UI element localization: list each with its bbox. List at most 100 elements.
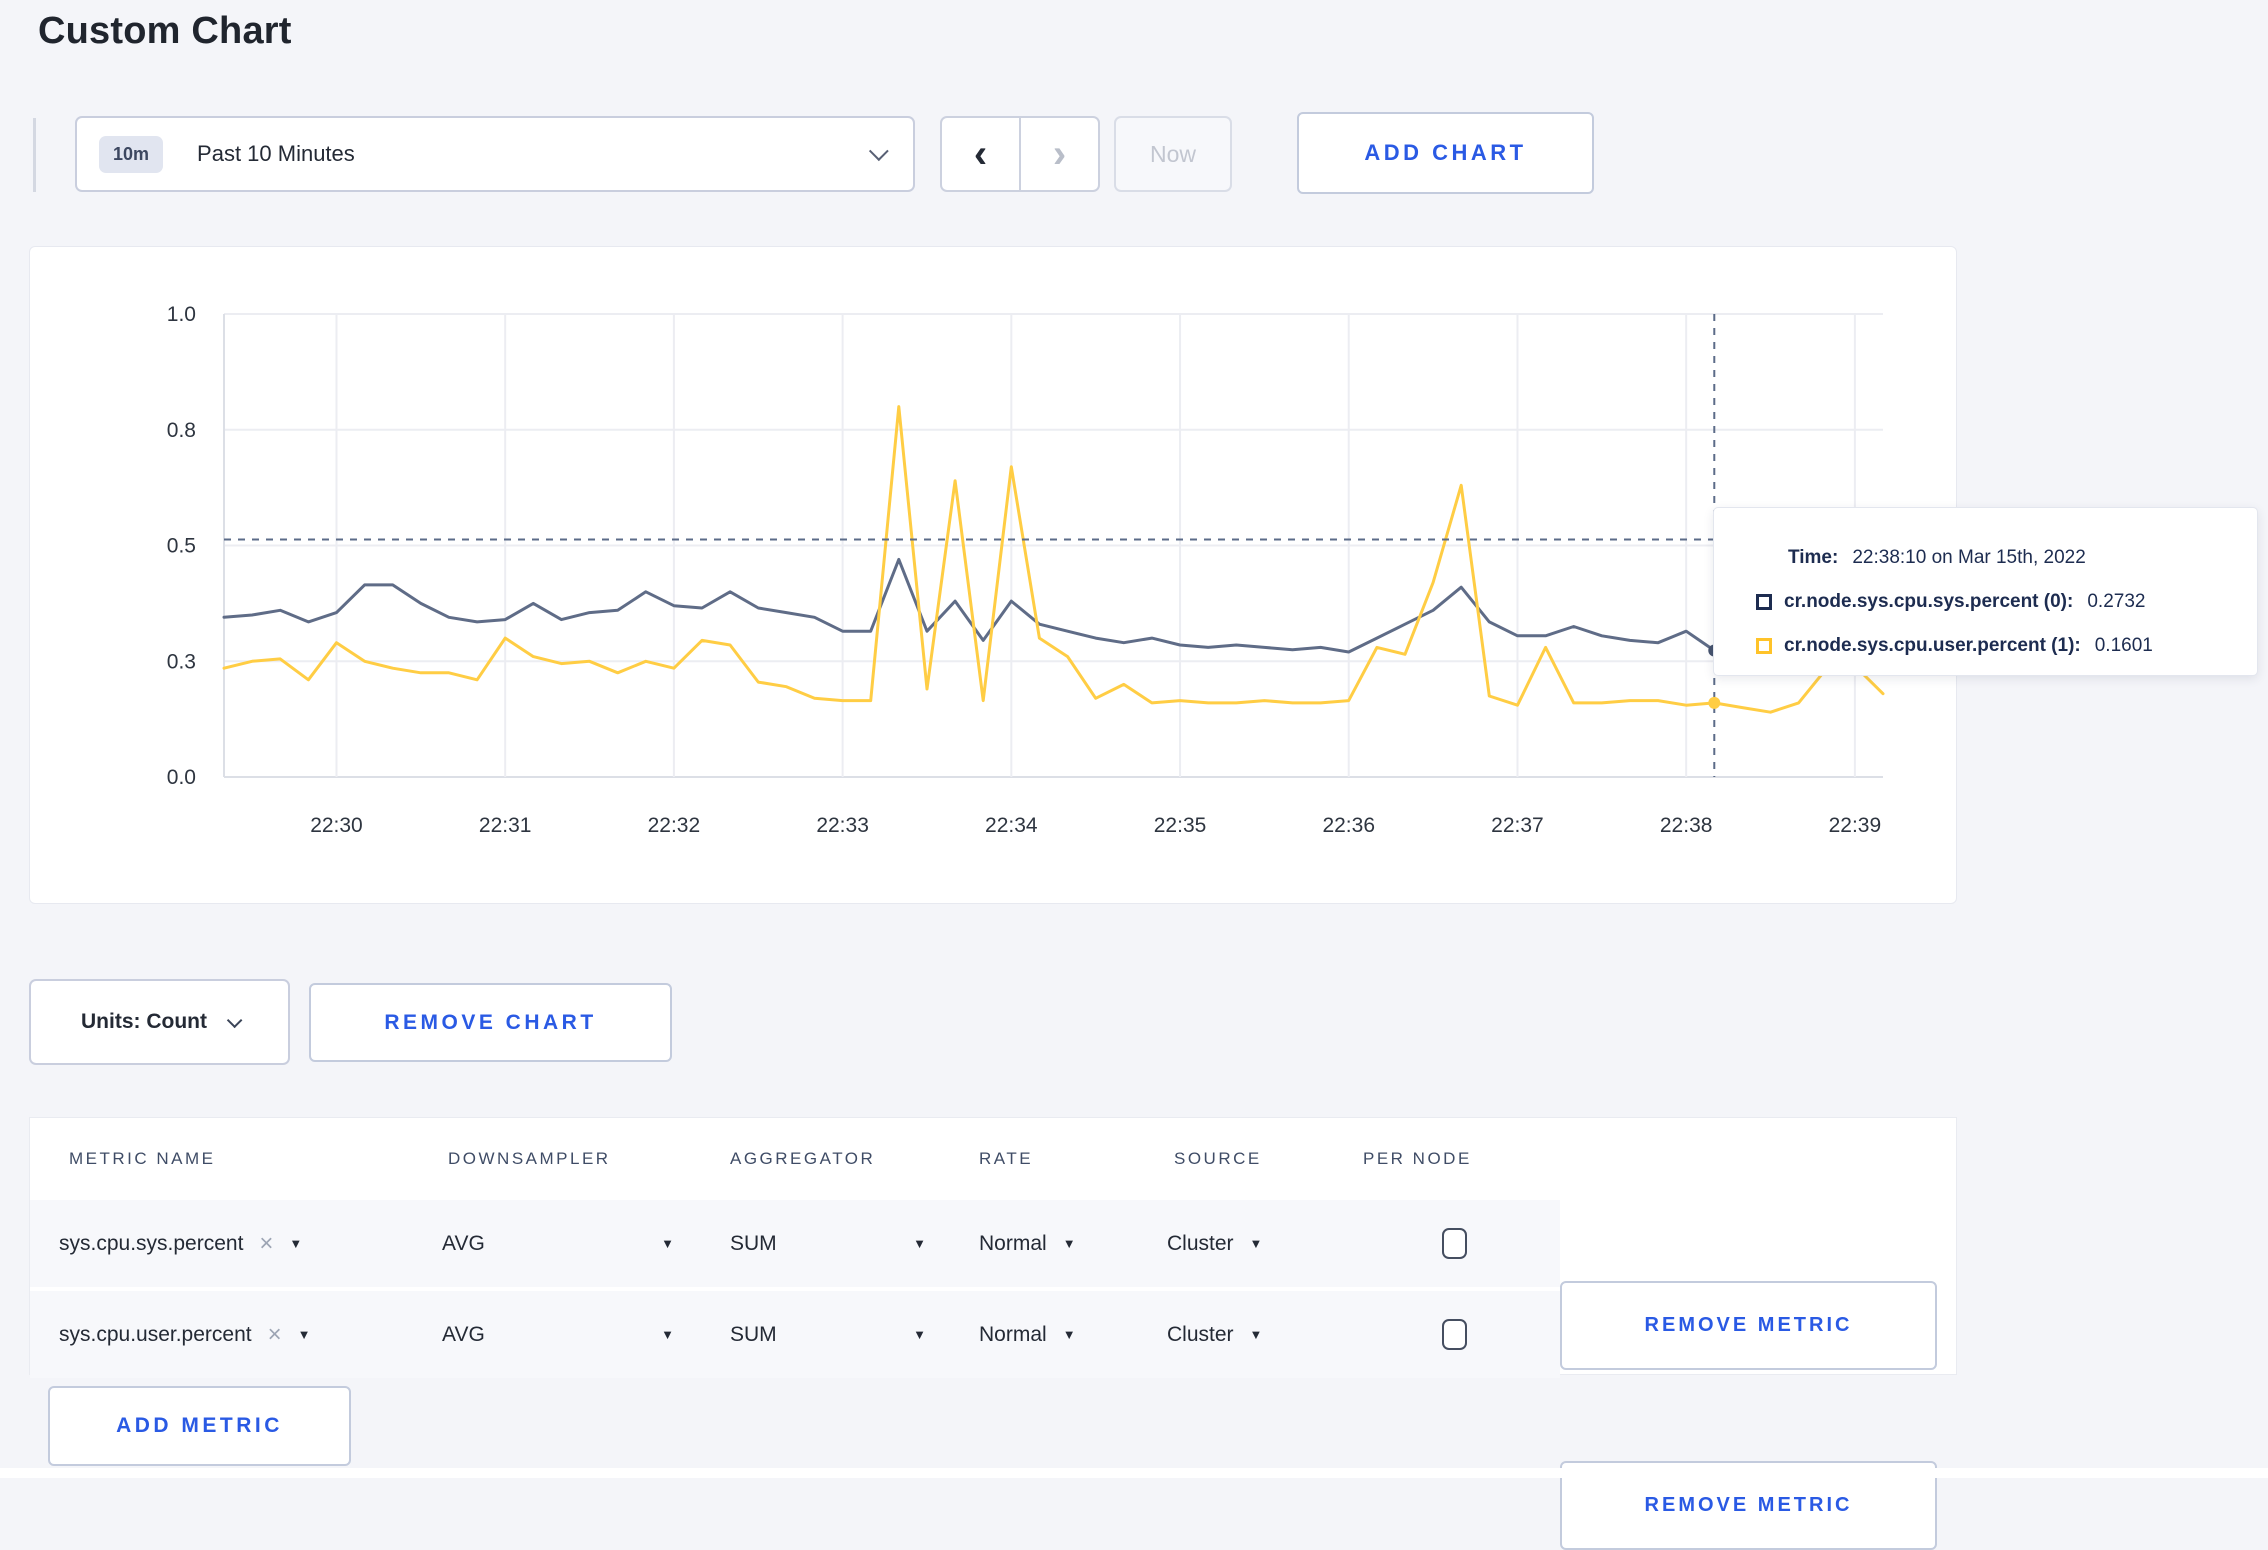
tooltip-series-label: cr.node.sys.cpu.sys.percent (0): [1784,591,2074,612]
svg-text:0.3: 0.3 [167,650,196,673]
svg-text:22:37: 22:37 [1491,814,1544,837]
toolbar-divider [33,118,36,192]
time-range-badge: 10m [99,135,164,173]
tooltip-series-row: cr.node.sys.cpu.user.percent (1): 0.1601 [1756,624,2227,668]
metric-row: sys.cpu.user.percent × ▼ AVG ▼ SUM ▼ Nor… [30,1291,1937,1550]
downsampler-value: AVG [442,1322,485,1346]
per-node-checkbox[interactable] [1442,1228,1467,1259]
user-series-swatch-icon [1756,638,1772,654]
source-value: Cluster [1167,1231,1234,1255]
per-node-cell [1442,1200,1467,1287]
downsampler-value: AVG [442,1231,485,1255]
col-header-source: SOURCE [1174,1149,1262,1168]
caret-down-icon: ▼ [1249,1327,1263,1342]
metrics-table: METRIC NAME DOWNSAMPLER AGGREGATOR RATE … [29,1117,1957,1550]
svg-text:22:33: 22:33 [816,814,869,837]
metric-name-select[interactable]: sys.cpu.user.percent × ▼ [59,1291,311,1378]
rate-value: Normal [979,1322,1047,1346]
prev-time-button[interactable]: ‹ [942,118,1021,190]
source-select[interactable]: Cluster ▼ [1167,1200,1262,1287]
svg-text:22:34: 22:34 [985,814,1038,837]
metric-name-value: sys.cpu.user.percent [59,1322,252,1346]
rate-select[interactable]: Normal ▼ [979,1200,1076,1287]
svg-text:22:30: 22:30 [310,814,363,837]
chevron-down-icon [226,1012,243,1028]
source-select[interactable]: Cluster ▼ [1167,1291,1262,1378]
time-range-select[interactable]: 10m Past 10 Minutes [75,116,915,192]
source-value: Cluster [1167,1322,1234,1346]
chart-card[interactable]: 0.0 0.3 0.5 0.8 1.0 22:30 22:31 22:32 22:33 22:34… [29,246,1957,904]
time-range-label: Past 10 Minutes [197,141,355,166]
chevron-down-icon [868,141,889,162]
units-label: Units: Count [81,1010,207,1033]
col-header-metric-name: METRIC NAME [69,1149,216,1168]
svg-text:22:35: 22:35 [1154,814,1207,837]
tooltip-time-value: 22:38:10 on Mar 15th, 2022 [1852,547,2086,568]
chevron-right-icon: › [1052,132,1067,176]
tooltip-time-label: Time: [1788,547,1839,568]
caret-down-icon: ▼ [913,1327,926,1342]
caret-down-icon: ▼ [913,1236,926,1251]
svg-text:0.8: 0.8 [167,419,196,442]
remove-metric-button[interactable]: REMOVE METRIC [1560,1281,1937,1370]
metrics-table-header: METRIC NAME DOWNSAMPLER AGGREGATOR RATE … [30,1118,1956,1200]
add-chart-button[interactable]: ADD CHART [1297,112,1594,194]
metric-name-select[interactable]: sys.cpu.sys.percent × ▼ [59,1200,302,1287]
chart-svg[interactable]: 0.0 0.3 0.5 0.8 1.0 22:30 22:31 22:32 22:33 22:34… [30,247,1958,905]
svg-text:1.0: 1.0 [167,303,196,326]
aggregator-value: SUM [730,1322,777,1346]
svg-text:22:39: 22:39 [1829,814,1882,837]
downsampler-select[interactable]: AVG ▼ [442,1200,674,1287]
caret-down-icon: ▼ [289,1236,303,1251]
metric-row: sys.cpu.sys.percent × ▼ AVG ▼ SUM ▼ Norm… [30,1200,1937,1370]
clear-metric-icon[interactable]: × [259,1230,273,1258]
aggregator-value: SUM [730,1231,777,1255]
tooltip-series-label: cr.node.sys.cpu.user.percent (1): [1784,635,2081,656]
sys-percent-line [222,557,1885,654]
caret-down-icon: ▼ [1249,1236,1263,1251]
time-nav-group: ‹ › [940,116,1100,192]
tooltip-series-value: 0.1601 [2094,635,2153,656]
aggregator-select[interactable]: SUM ▼ [730,1200,926,1287]
chart-axis-labels: 0.0 0.3 0.5 0.8 1.0 22:30 22:31 22:32 22:33 22:34… [167,303,1881,837]
tooltip-series-value: 0.2732 [2087,591,2146,612]
chart-gridlines [223,313,1883,778]
metric-name-value: sys.cpu.sys.percent [59,1231,244,1255]
caret-down-icon: ▼ [661,1327,674,1342]
sys-series-swatch-icon [1756,594,1772,610]
downsampler-select[interactable]: AVG ▼ [442,1291,674,1378]
per-node-cell [1442,1291,1467,1378]
units-select[interactable]: Units: Count [29,979,290,1065]
tooltip-time-row: Time: 22:38:10 on Mar 15th, 2022 [1756,536,2227,580]
caret-down-icon: ▼ [661,1236,674,1251]
add-metric-button[interactable]: ADD METRIC [48,1386,351,1466]
svg-text:22:31: 22:31 [479,814,532,837]
user-percent-line [222,405,1885,714]
col-header-downsampler: DOWNSAMPLER [448,1149,611,1168]
col-header-aggregator: AGGREGATOR [730,1149,876,1168]
svg-text:22:32: 22:32 [648,814,701,837]
caret-down-icon: ▼ [1062,1236,1076,1251]
next-time-button[interactable]: › [1021,118,1098,190]
chevron-left-icon: ‹ [973,132,988,176]
tooltip-series-row: cr.node.sys.cpu.sys.percent (0): 0.2732 [1756,580,2227,624]
bottom-strip [0,1468,2268,1478]
remove-chart-button[interactable]: REMOVE CHART [309,983,672,1062]
clear-metric-icon[interactable]: × [268,1321,282,1349]
svg-text:0.0: 0.0 [167,766,196,789]
caret-down-icon: ▼ [297,1327,311,1342]
user-hover-dot [1708,696,1721,709]
per-node-checkbox[interactable] [1442,1319,1467,1350]
rate-select[interactable]: Normal ▼ [979,1291,1076,1378]
svg-text:22:36: 22:36 [1322,814,1375,837]
page-title: Custom Chart [38,10,292,52]
svg-text:22:38: 22:38 [1660,814,1713,837]
col-header-rate: RATE [979,1149,1034,1168]
svg-text:0.5: 0.5 [167,535,196,558]
rate-value: Normal [979,1231,1047,1255]
aggregator-select[interactable]: SUM ▼ [730,1291,926,1378]
col-header-per-node: PER NODE [1363,1149,1472,1168]
now-button[interactable]: Now [1114,116,1232,192]
caret-down-icon: ▼ [1062,1327,1076,1342]
chart-tooltip: Time: 22:38:10 on Mar 15th, 2022 cr.node… [1713,507,2258,676]
